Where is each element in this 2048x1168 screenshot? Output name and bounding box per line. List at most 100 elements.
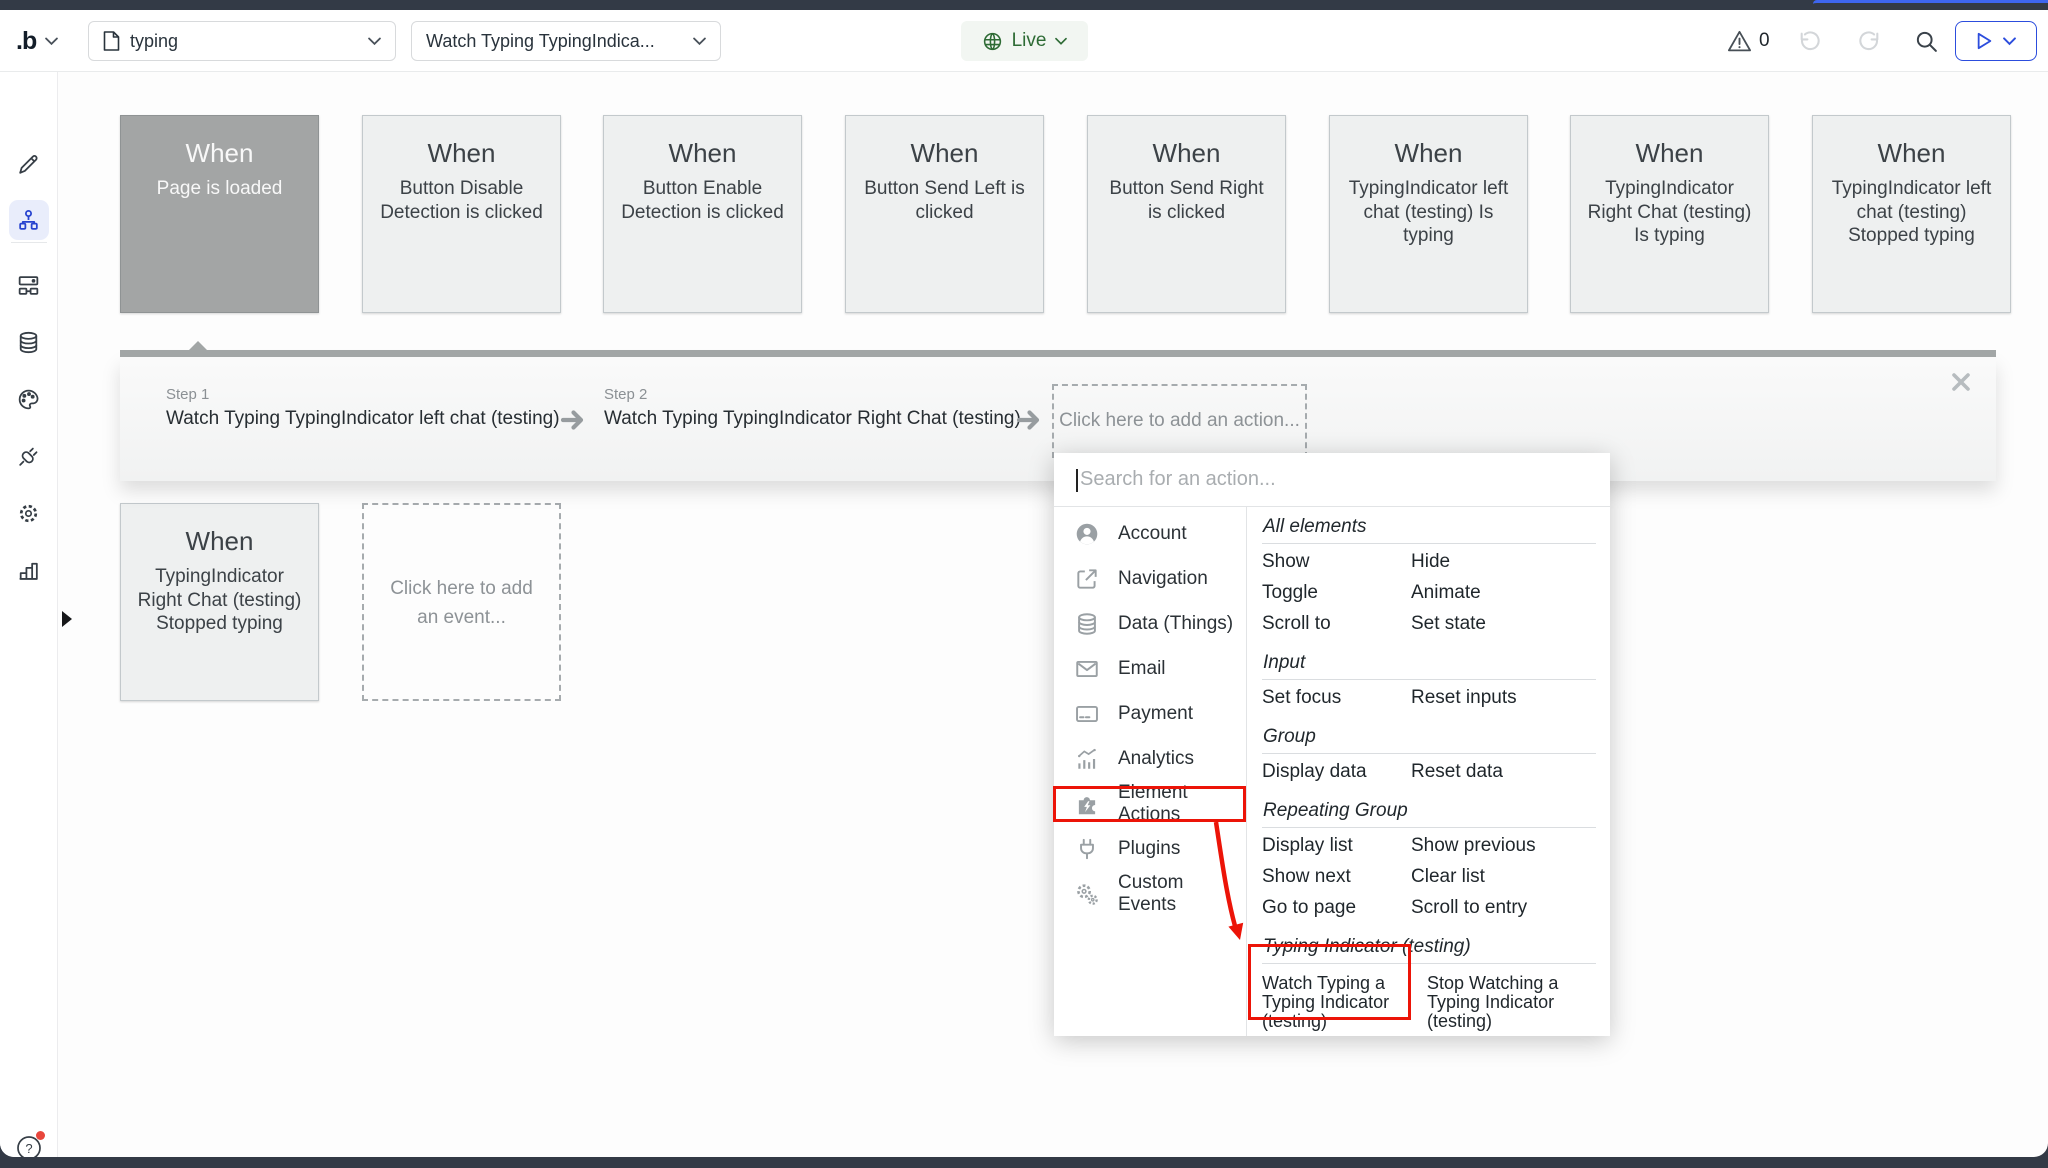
event-subtitle: TypingIndicator left chat (testing) Is t… <box>1330 177 1527 248</box>
event-card[interactable]: When TypingIndicator Right Chat (testing… <box>120 503 319 701</box>
chevron-down-icon <box>1055 37 1067 46</box>
undo-button[interactable] <box>1797 29 1822 54</box>
action-item-stop-watching[interactable]: Stop Watching a Typing Indicator (testin… <box>1427 970 1585 1031</box>
sidebar-item-plugins[interactable] <box>9 436 49 476</box>
sidebar-item-styles[interactable] <box>9 379 49 419</box>
action-item[interactable]: Reset data <box>1411 756 1596 787</box>
components-icon <box>16 273 41 298</box>
event-title: When <box>1813 138 2010 169</box>
redo-button[interactable] <box>1857 29 1882 54</box>
sidebar-divider <box>11 242 47 243</box>
sidebar-item-reusables[interactable] <box>9 265 49 305</box>
section-header: Input <box>1262 645 1596 680</box>
bubble-logo-menu[interactable]: .b <box>16 10 58 72</box>
event-card[interactable]: When Button Enable Detection is clicked <box>603 115 802 313</box>
action-item[interactable]: Clear list <box>1411 861 1596 892</box>
event-title: When <box>363 138 560 169</box>
svg-text:?: ? <box>25 1141 32 1156</box>
step-title: Watch Typing TypingIndicator left chat (… <box>166 408 560 430</box>
help-button[interactable]: ? <box>15 1134 43 1157</box>
event-title: When <box>1330 138 1527 169</box>
category-navigation[interactable]: Navigation <box>1054 556 1246 601</box>
workflow-selector-dropdown[interactable]: Watch Typing TypingIndica... <box>411 21 721 61</box>
add-event-placeholder[interactable]: Click here to add an event... <box>362 503 561 701</box>
action-item[interactable]: Set focus <box>1262 682 1411 713</box>
category-label: Analytics <box>1118 748 1194 770</box>
action-search-input[interactable] <box>1054 453 1610 506</box>
event-card[interactable]: When Page is loaded <box>120 115 319 313</box>
sidebar-item-data[interactable] <box>9 322 49 362</box>
category-analytics[interactable]: Analytics <box>1054 736 1246 781</box>
action-item[interactable]: Show <box>1262 546 1411 577</box>
category-plugins[interactable]: Plugins <box>1054 826 1246 871</box>
gears-icon <box>1074 881 1100 907</box>
step-title: Watch Typing TypingIndicator Right Chat … <box>604 408 1021 430</box>
action-item[interactable]: Show previous <box>1411 830 1596 861</box>
workflow-tree-icon <box>16 208 41 233</box>
category-account[interactable]: Account <box>1054 511 1246 556</box>
category-payment[interactable]: Payment <box>1054 691 1246 736</box>
environment-selector[interactable]: Live <box>961 21 1088 61</box>
event-card[interactable]: When TypingIndicator Right Chat (testing… <box>1570 115 1769 313</box>
sidebar-collapse-handle[interactable] <box>62 611 72 627</box>
page-icon <box>103 31 120 51</box>
sidebar-item-workflow[interactable] <box>9 200 49 240</box>
action-item[interactable]: Display list <box>1262 830 1411 861</box>
sidebar-item-design[interactable] <box>9 144 49 184</box>
event-subtitle: TypingIndicator left chat (testing) Stop… <box>1813 177 2010 248</box>
action-item[interactable]: Display data <box>1262 756 1411 787</box>
play-icon <box>1976 32 1993 50</box>
action-item[interactable]: Show next <box>1262 861 1411 892</box>
action-item[interactable]: Reset inputs <box>1411 682 1596 713</box>
event-card[interactable]: When TypingIndicator left chat (testing)… <box>1329 115 1528 313</box>
workflow-step[interactable]: Step 2 Watch Typing TypingIndicator Righ… <box>604 386 1021 430</box>
event-card[interactable]: When Button Send Left is clicked <box>845 115 1044 313</box>
left-sidebar: ? <box>0 72 58 1157</box>
issues-indicator[interactable]: 0 <box>1727 10 1770 72</box>
chevron-down-icon <box>693 37 706 46</box>
event-subtitle: Page is loaded <box>121 177 318 201</box>
event-title: When <box>604 138 801 169</box>
event-card[interactable]: When Button Send Right is clicked <box>1087 115 1286 313</box>
action-item[interactable]: Set state <box>1411 608 1596 639</box>
category-label: Navigation <box>1118 568 1208 590</box>
action-item[interactable]: Hide <box>1411 546 1596 577</box>
arrow-right-icon <box>1016 409 1046 431</box>
category-email[interactable]: Email <box>1054 646 1246 691</box>
bubble-logo: .b <box>16 27 36 56</box>
chevron-down-icon <box>45 37 58 46</box>
page-selector-dropdown[interactable]: typing <box>88 21 396 61</box>
workflow-step[interactable]: Step 1 Watch Typing TypingIndicator left… <box>166 386 560 430</box>
action-category-list: Account Navigation Data (Things) Email P… <box>1054 507 1247 1036</box>
section-header: All elements <box>1262 509 1596 544</box>
credit-card-icon <box>1074 701 1100 727</box>
category-label: Email <box>1118 658 1166 680</box>
step-label: Step 1 <box>166 386 560 403</box>
sidebar-item-logs[interactable] <box>9 550 49 590</box>
action-item[interactable]: Animate <box>1411 577 1596 608</box>
annotation-box-element-actions <box>1053 786 1246 822</box>
sidebar-item-settings[interactable] <box>9 493 49 533</box>
search-button[interactable] <box>1914 29 1939 54</box>
action-item[interactable]: Scroll to <box>1262 608 1411 639</box>
panel-top-bar <box>120 350 1996 357</box>
add-action-menu: Account Navigation Data (Things) Email P… <box>1054 453 1610 1036</box>
action-item[interactable]: Toggle <box>1262 577 1411 608</box>
close-icon[interactable] <box>1952 373 1970 391</box>
category-custom-events[interactable]: Custom Events <box>1054 871 1246 916</box>
top-toolbar: .b typing Watch Typing TypingIndica... L… <box>0 10 2048 72</box>
plug-icon <box>16 444 41 469</box>
action-item[interactable]: Go to page <box>1262 892 1411 923</box>
category-label: Data (Things) <box>1118 613 1233 635</box>
preview-run-button[interactable] <box>1955 21 2037 61</box>
category-data-things[interactable]: Data (Things) <box>1054 601 1246 646</box>
arrow-right-icon <box>560 409 590 431</box>
section-header: Repeating Group <box>1262 793 1596 828</box>
event-card[interactable]: When Button Disable Detection is clicked <box>362 115 561 313</box>
action-item[interactable]: Scroll to entry <box>1411 892 1596 923</box>
category-label: Plugins <box>1118 838 1180 860</box>
add-action-placeholder[interactable]: Click here to add an action... <box>1052 384 1307 458</box>
event-card[interactable]: When TypingIndicator left chat (testing)… <box>1812 115 2011 313</box>
database-icon <box>16 330 41 355</box>
event-title: When <box>1088 138 1285 169</box>
